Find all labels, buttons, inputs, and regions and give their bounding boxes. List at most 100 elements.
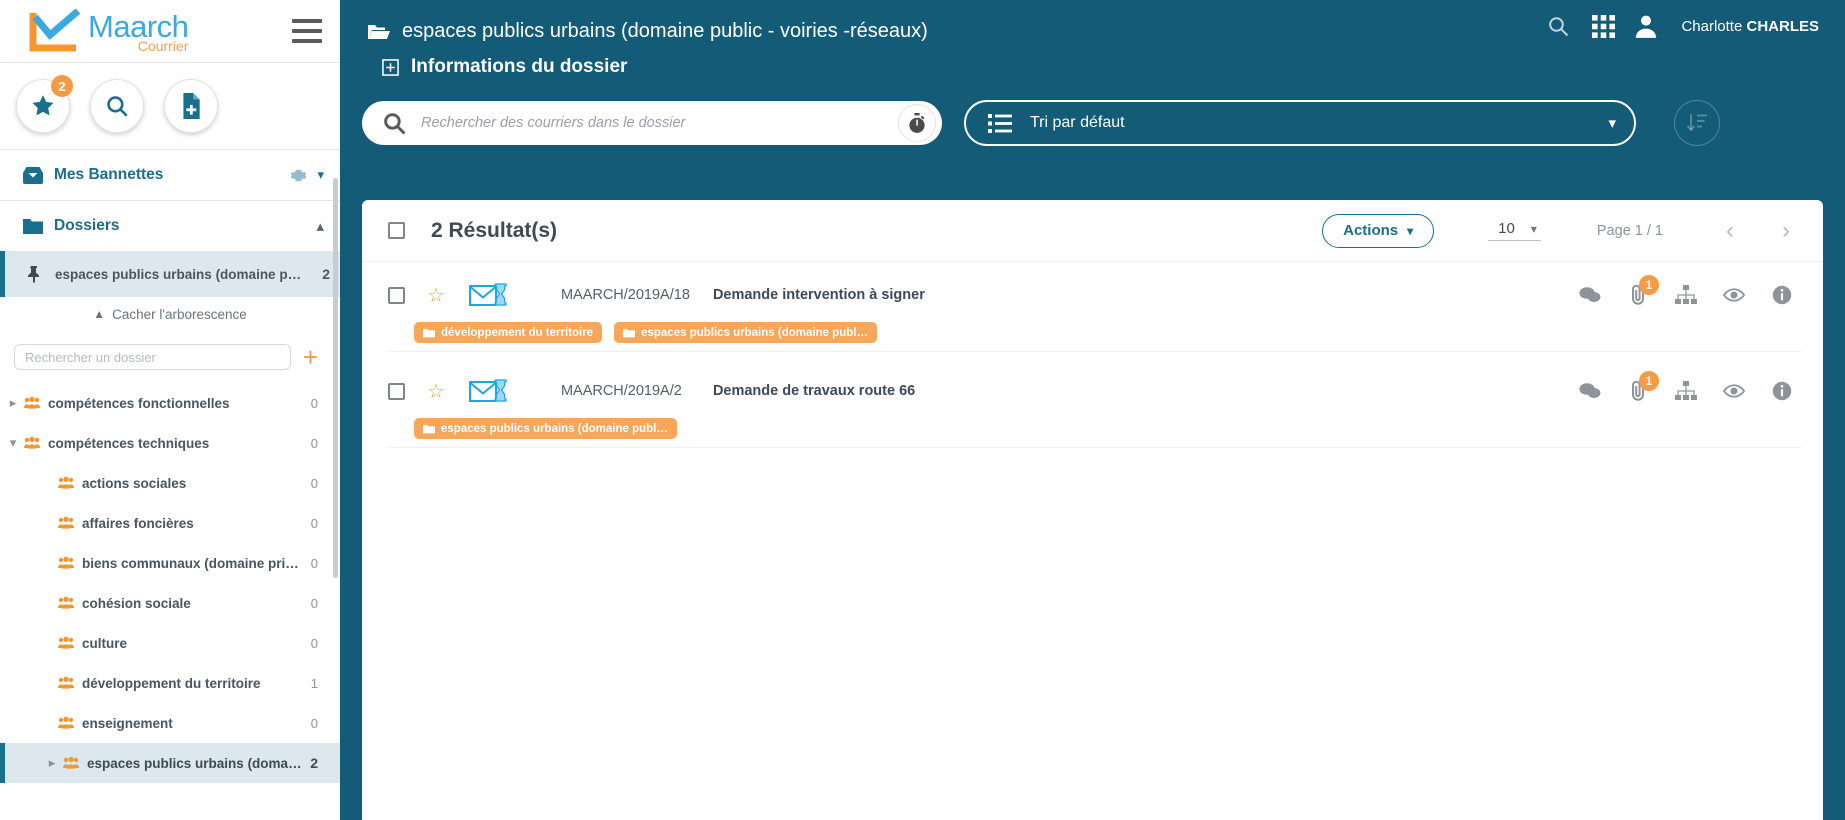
baskets-chevron[interactable]: ▾ [317, 167, 324, 183]
add-folder-button[interactable]: + [303, 344, 318, 370]
tree-item-count: 0 [310, 395, 318, 411]
tree-item-count: 0 [310, 595, 318, 611]
tree-item-3[interactable]: affaires foncières 0 [0, 503, 340, 543]
hierarchy-icon[interactable] [1675, 380, 1697, 402]
burger-line [292, 39, 322, 43]
app-logo[interactable]: Maarch Courrier [28, 9, 189, 53]
comment-icon[interactable] [1579, 380, 1601, 402]
folder-tree: ▸ compétences fonctionnelles 0 ▾ compétences… [0, 383, 340, 820]
sort-descending-icon [1686, 114, 1707, 132]
user-name[interactable]: Charlotte CHARLES [1681, 18, 1819, 35]
sidebar: Maarch Courrier 2 Mes Bannettes ▾ Dossie… [0, 0, 340, 820]
row-separator [388, 351, 1801, 352]
search-button[interactable] [90, 79, 144, 133]
actions-label: Actions [1343, 222, 1399, 239]
tree-item-6[interactable]: culture 0 [0, 623, 340, 663]
row-subject[interactable]: Demande de travaux route 66 [713, 383, 1579, 399]
attachment-icon[interactable]: 1 [1627, 371, 1659, 402]
group-icon [58, 717, 74, 729]
tree-item-4[interactable]: biens communaux (domaine privé) 0 [0, 543, 340, 583]
tree-item-0[interactable]: ▸ compétences fonctionnelles 0 [0, 383, 340, 423]
tree-item-2[interactable]: actions sociales 0 [0, 463, 340, 503]
eye-icon[interactable] [1723, 284, 1745, 306]
table-row[interactable]: ☆ MAARCH/2019A/18 Demande intervention à s… [362, 262, 1823, 358]
search-input[interactable] [421, 115, 892, 131]
comment-icon[interactable] [1579, 284, 1601, 306]
star-outline-icon[interactable]: ☆ [427, 379, 445, 404]
folder-tag[interactable]: développement du territoire [414, 322, 603, 343]
hierarchy-icon[interactable] [1675, 284, 1697, 306]
chevron-down-icon: ▾ [1407, 223, 1414, 238]
folder-search-input[interactable] [14, 344, 291, 370]
pinned-folder-item[interactable]: espaces publics urbains (domaine public … [0, 251, 340, 297]
search-icon[interactable] [1546, 14, 1570, 38]
row-checkbox[interactable] [388, 286, 405, 304]
info-icon[interactable] [1771, 284, 1793, 306]
table-row[interactable]: ☆ MAARCH/2019A/2 Demande de travaux route … [362, 358, 1823, 454]
folder-tag[interactable]: espaces publics urbains (domaine publ… [414, 418, 677, 439]
folder-tag-label: développement du territoire [441, 326, 594, 339]
sort-direction-button[interactable] [1674, 100, 1720, 146]
star-outline-icon[interactable]: ☆ [427, 283, 445, 308]
tree-item-7[interactable]: développement du territoire 1 [0, 663, 340, 703]
actions-button[interactable]: Actions ▾ [1322, 213, 1435, 248]
folders-label: Dossiers [54, 217, 120, 234]
group-icon [58, 477, 74, 489]
tree-item-5[interactable]: cohésion sociale 0 [0, 583, 340, 623]
sidebar-item-folders[interactable]: Dossiers ▴ [0, 201, 340, 251]
user-lastname: CHARLES [1746, 17, 1819, 35]
group-icon [58, 637, 74, 649]
mail-pending-icon [468, 379, 507, 402]
row-subject[interactable]: Demande intervention à signer [713, 287, 1579, 303]
chrono-search-button[interactable] [898, 104, 936, 142]
baskets-label: Mes Bannettes [54, 166, 164, 183]
prev-page-button[interactable]: ‹ [1715, 216, 1745, 246]
eye-icon[interactable] [1723, 380, 1745, 402]
tree-item-count: 0 [310, 475, 318, 491]
per-page-selector[interactable]: 10 ▾ [1488, 220, 1541, 241]
select-all-checkbox[interactable] [388, 222, 405, 239]
chevron-down-icon[interactable]: ▾ [2, 435, 24, 451]
attachment-icon[interactable]: 1 [1627, 275, 1659, 306]
chevron-right-icon[interactable]: ▸ [41, 755, 63, 771]
favorites-button[interactable]: 2 [16, 75, 73, 133]
sidebar-item-baskets[interactable]: Mes Bannettes ▾ [0, 150, 340, 200]
tree-item-count: 1 [310, 675, 318, 691]
folder-icon [423, 328, 435, 337]
results-panel: 2 Résultat(s) Actions ▾ 10 ▾ Page 1 / 1 … [362, 200, 1823, 820]
tree-item-count: 0 [310, 515, 318, 531]
tree-item-1[interactable]: ▾ compétences techniques 0 [0, 423, 340, 463]
folder-info-toggle[interactable]: Informations du dossier [340, 48, 1845, 86]
hide-tree-button[interactable]: ▲ Cacher l'arborescence [0, 297, 340, 331]
gear-icon[interactable] [290, 167, 307, 184]
group-icon [58, 517, 74, 529]
mail-pending-icon [468, 283, 507, 306]
next-page-button[interactable]: › [1771, 216, 1801, 246]
sidebar-scrollbar[interactable] [333, 178, 338, 578]
sort-selector[interactable]: Tri par défaut ▾ [964, 100, 1636, 146]
menu-toggle-button[interactable] [292, 19, 322, 43]
tree-item-9[interactable]: ▸ espaces publics urbains (domaine pu… 2 [0, 743, 340, 783]
user-avatar-icon[interactable] [1633, 13, 1659, 39]
app-root: Maarch Courrier 2 Mes Bannettes ▾ Dossie… [0, 0, 1845, 820]
folder-search-row: + [0, 331, 340, 383]
chrono-number: MAARCH/2019A/2 [560, 383, 682, 399]
tree-item-8[interactable]: enseignement 0 [0, 703, 340, 743]
chevron-right-icon[interactable]: ▸ [2, 395, 24, 411]
inbox-icon [23, 167, 43, 184]
search-box [362, 101, 942, 145]
info-icon[interactable] [1771, 380, 1793, 402]
apps-grid-icon[interactable] [1592, 14, 1616, 38]
folder-info-label: Informations du dossier [411, 56, 628, 77]
page-header: espaces publics urbains (domaine public … [340, 0, 1845, 86]
list-icon [988, 113, 1012, 133]
row-checkbox[interactable] [388, 382, 405, 400]
tree-item-count: 0 [310, 435, 318, 451]
new-document-button[interactable] [164, 79, 218, 133]
folders-chevron[interactable]: ▴ [316, 217, 324, 235]
group-icon [63, 757, 79, 769]
attachment-count-badge: 1 [1639, 371, 1659, 391]
header-actions: Charlotte CHARLES [1546, 13, 1819, 39]
main-panel: espaces publics urbains (domaine public … [340, 0, 1845, 820]
folder-tag[interactable]: espaces publics urbains (domaine publ… [614, 322, 877, 343]
